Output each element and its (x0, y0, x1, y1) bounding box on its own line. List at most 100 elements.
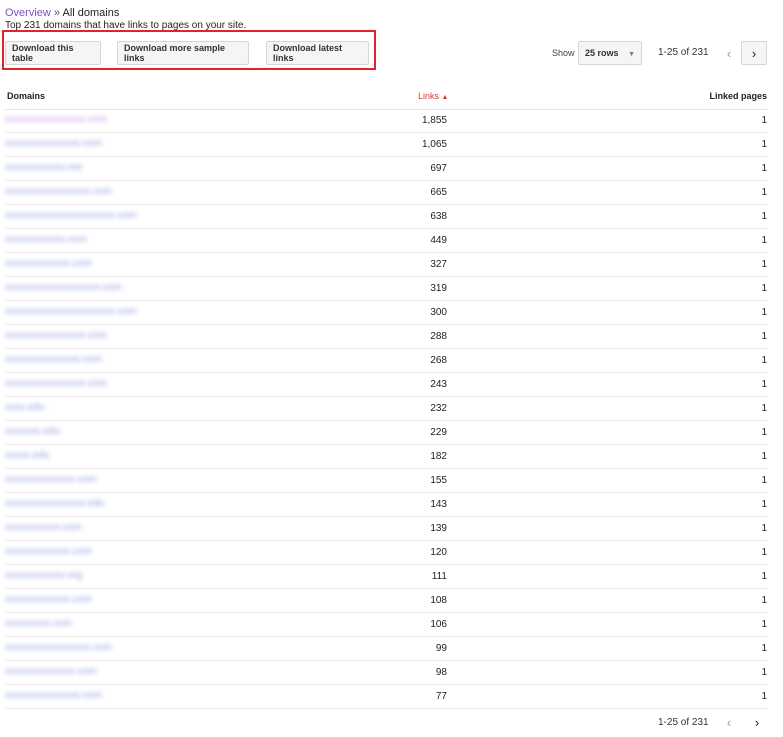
table-row: xxxxxxxxxxxx.com 449 1 (5, 229, 768, 253)
column-header-links[interactable]: Links ▲ (418, 91, 448, 101)
domains-table-body: xxxxxxxxxxxxxxxx.com 1,855 1 xxxxxxxxxxxxxx… (5, 109, 768, 709)
links-count: 288 (430, 331, 447, 342)
caret-down-icon: ▼ (628, 51, 635, 58)
linked-pages-count: 1 (761, 691, 767, 702)
table-row: xxxxxxxxxxxxxxxxxxxxxx.com 300 1 (5, 301, 768, 325)
table-row: xxxxxxxxxxxxxxxx.edu 143 1 (5, 493, 768, 517)
chevron-right-icon: › (754, 714, 760, 730)
chevron-right-icon: › (751, 45, 757, 61)
breadcrumb: Overview » All domains (5, 7, 119, 20)
linked-pages-count: 1 (761, 403, 767, 414)
next-page-button-top[interactable]: › (741, 41, 767, 65)
links-count: 665 (430, 187, 447, 198)
table-row: xxxxxxxxxxxxxxxxx.com 99 1 (5, 637, 768, 661)
domain-link[interactable]: xxxx.edu (5, 402, 44, 413)
links-count: 106 (430, 619, 447, 630)
download-latest-links-button[interactable]: Download latest links (266, 41, 369, 65)
linked-pages-count: 1 (761, 211, 767, 222)
linked-pages-count: 1 (761, 331, 767, 342)
domain-link[interactable]: xxxxxxxxxxxxxxxxx.com (5, 186, 112, 197)
linked-pages-count: 1 (761, 235, 767, 246)
breadcrumb-overview-link[interactable]: Overview (5, 7, 51, 19)
domain-link[interactable]: xxxxxxxxxxxxxxx.com (5, 354, 102, 365)
linked-pages-count: 1 (761, 379, 767, 390)
domain-link[interactable]: xxxxxxx.edu (5, 426, 59, 437)
domain-link[interactable]: xxxxxxxxxxxxxx.com (5, 474, 97, 485)
links-count: 449 (430, 235, 447, 246)
domain-link[interactable]: xxxxxxxxxxxxxx.com (5, 666, 97, 677)
linked-pages-count: 1 (761, 355, 767, 366)
table-row: xxxxx.edu 182 1 (5, 445, 768, 469)
table-row: xxxxxxxxxxxxxxx.com 1,065 1 (5, 133, 768, 157)
links-count: 638 (430, 211, 447, 222)
links-count: 111 (431, 571, 447, 582)
pagination-range-bottom: 1-25 of 231 (658, 717, 709, 728)
linked-pages-count: 1 (761, 571, 767, 582)
prev-page-button-bottom[interactable]: ‹ (716, 710, 742, 734)
links-count: 229 (430, 427, 447, 438)
linked-pages-count: 1 (761, 667, 767, 678)
table-row: xxxxxxxxxxxxxxxx.com 243 1 (5, 373, 768, 397)
domain-link[interactable]: xxxxxxxxxxxxxxxxxxxxxx.com (5, 306, 137, 317)
column-header-links-label: Links (418, 91, 440, 101)
linked-pages-count: 1 (761, 499, 767, 510)
links-count: 300 (430, 307, 447, 318)
linked-pages-count: 1 (761, 595, 767, 606)
domain-link[interactable]: xxxxxxxxxxxxxxxx.com (5, 330, 107, 341)
domain-link[interactable]: xxxxxxxxx.com (5, 618, 72, 629)
prev-page-button-top[interactable]: ‹ (716, 41, 742, 65)
domain-link[interactable]: xxxxxxxxxxxx.net (5, 162, 82, 173)
links-count: 243 (430, 379, 447, 390)
links-count: 319 (430, 283, 447, 294)
links-count: 108 (430, 595, 447, 606)
download-sample-links-button[interactable]: Download more sample links (117, 41, 249, 65)
links-count: 268 (430, 355, 447, 366)
domain-link[interactable]: xxxxxxxxxxxxxxxx.com (5, 114, 107, 125)
domain-link[interactable]: xxxxxxxxxxx.com (5, 522, 82, 533)
domain-link[interactable]: xxxxxxxxxxxxx.com (5, 546, 92, 557)
domain-link[interactable]: xxxxxxxxxxxxxxxx.com (5, 378, 107, 389)
domain-link[interactable]: xxxxxxxxxxxxxxxxxxxxxx.com (5, 210, 137, 221)
domain-link[interactable]: xxxxxxxxxxxxxxxxx.com (5, 642, 112, 653)
sort-up-icon: ▲ (441, 94, 449, 101)
table-row: xxxxxxxxxxxxxxxx.com 288 1 (5, 325, 768, 349)
links-count: 120 (430, 547, 447, 558)
column-header-linked-pages[interactable]: Linked pages (709, 91, 767, 101)
domain-link[interactable]: xxxxxxxxxxxxxxxx.edu (5, 498, 104, 509)
download-table-button[interactable]: Download this table (5, 41, 101, 65)
linked-pages-count: 1 (761, 451, 767, 462)
table-row: xxxxxxxxxxx.com 139 1 (5, 517, 768, 541)
domain-link[interactable]: xxxxxxxxxxxxxxx.com (5, 138, 102, 149)
links-count: 232 (430, 403, 447, 414)
chevron-left-icon: ‹ (726, 45, 732, 61)
domain-link[interactable]: xxxxxxxxxxxxx.com (5, 594, 92, 605)
table-row: xxxxxxxxxxxxxxxxx.com 665 1 (5, 181, 768, 205)
linked-pages-count: 1 (761, 187, 767, 198)
table-row: xxxxxxx.edu 229 1 (5, 421, 768, 445)
table-row: xxxxxxxxxxxxxx.com 155 1 (5, 469, 768, 493)
table-row: xxxxxxxxxxxx.org 111 1 (5, 565, 768, 589)
table-row: xxxxxxxxxxxxxxxxxxx.com 319 1 (5, 277, 768, 301)
links-count: 697 (430, 163, 447, 174)
rows-per-page-value: 25 rows (585, 48, 619, 58)
domain-link[interactable]: xxxxxxxxxxxxxxx.com (5, 690, 102, 701)
table-row: xxxxxxxxxxxxx.com 108 1 (5, 589, 768, 613)
domain-link[interactable]: xxxxx.edu (5, 450, 49, 461)
next-page-button-bottom[interactable]: › (744, 710, 770, 734)
links-count: 98 (435, 667, 447, 678)
domain-link[interactable]: xxxxxxxxxxxxx.com (5, 258, 92, 269)
domain-link[interactable]: xxxxxxxxxxxx.org (5, 570, 82, 581)
column-header-domains[interactable]: Domains (7, 91, 45, 101)
linked-pages-count: 1 (761, 619, 767, 630)
domain-link[interactable]: xxxxxxxxxxxxxxxxxxx.com (5, 282, 122, 293)
linked-pages-count: 1 (761, 643, 767, 654)
links-count: 99 (435, 643, 447, 654)
table-row: xxxxxxxxxxxxxxxxxxxxxx.com 638 1 (5, 205, 768, 229)
table-row: xxxx.edu 232 1 (5, 397, 768, 421)
breadcrumb-separator: » (53, 7, 61, 19)
links-count: 139 (430, 523, 447, 534)
linked-pages-count: 1 (761, 139, 767, 150)
rows-per-page-select[interactable]: 25 rows ▼ (578, 41, 642, 65)
links-count: 77 (435, 691, 447, 702)
domain-link[interactable]: xxxxxxxxxxxx.com (5, 234, 87, 245)
